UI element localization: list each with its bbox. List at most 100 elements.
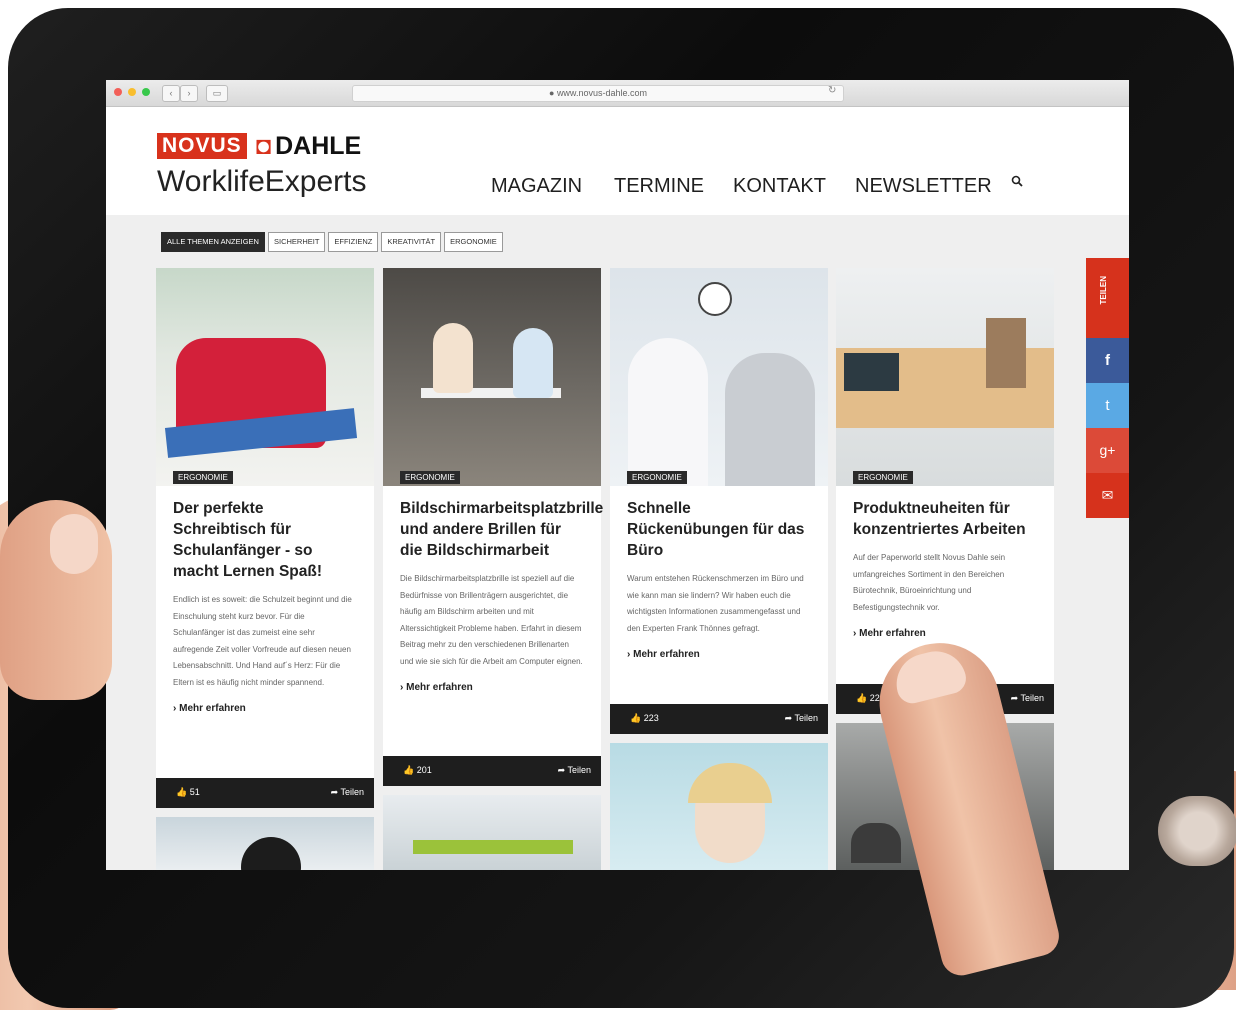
like-count: 201 xyxy=(416,765,432,775)
like-button[interactable]: 👍 201 xyxy=(403,765,432,776)
sidebar-toggle-button[interactable]: ▭ xyxy=(206,85,228,102)
mail-icon[interactable]: ✉ xyxy=(1086,473,1129,518)
left-thumb xyxy=(0,500,112,700)
filter-effizienz[interactable]: EFFIZIENZ xyxy=(328,232,379,252)
like-button[interactable]: 👍 51 xyxy=(176,787,200,798)
reload-icon[interactable]: ↻ xyxy=(828,85,836,96)
dahle-logo-text: DAHLE xyxy=(275,132,362,160)
nav-item-newsletter[interactable]: NEWSLETTER xyxy=(855,175,992,197)
close-window-button[interactable] xyxy=(114,88,122,96)
filter-all-topics[interactable]: ALLE THEMEN ANZEIGEN xyxy=(161,232,265,252)
article-title[interactable]: Produktneuheiten für konzentriertes Arbe… xyxy=(836,486,1054,540)
article-title[interactable]: Schnelle Rückenübungen für das Büro xyxy=(610,486,828,561)
dahle-mark-icon: ◘ xyxy=(256,132,272,160)
article-image-back-exercise[interactable]: ERGONOMIE xyxy=(610,268,828,486)
nav-item-magazin[interactable]: MAGAZIN xyxy=(491,175,582,197)
novus-logo[interactable]: NOVUS xyxy=(157,133,247,159)
thumbs-up-icon: 👍 xyxy=(630,713,644,723)
site-tagline: WorklifeExperts xyxy=(157,165,367,198)
share-arrow-icon: ➦ xyxy=(1010,693,1021,703)
person-hair-shape xyxy=(241,837,301,870)
nav-item-kontakt[interactable]: KONTAKT xyxy=(733,175,826,197)
article-image-office-meeting[interactable]: ERGONOMIE xyxy=(383,268,601,486)
person-shape xyxy=(513,328,553,398)
article-title[interactable]: Der perfekte Schreibtisch für Schulanfän… xyxy=(156,486,374,582)
dahle-logo[interactable]: ◘ DAHLE xyxy=(256,132,361,160)
lock-icon: ● xyxy=(549,88,557,98)
article-excerpt: Auf der Paperworld stellt Novus Dahle se… xyxy=(853,553,1006,612)
tablet-device-shape xyxy=(844,353,899,391)
thumbs-up-icon: 👍 xyxy=(403,765,417,775)
share-button[interactable]: ➦ Teilen xyxy=(558,765,591,776)
googleplus-icon[interactable]: g+ xyxy=(1086,428,1129,473)
article-card[interactable]: ERGONOMIE Schnelle Rückenübungen für das… xyxy=(610,268,828,734)
share-button[interactable]: ➦ Teilen xyxy=(1011,693,1044,704)
share-label: Teilen xyxy=(340,787,364,797)
article-card[interactable]: ERGONOMIE Bildschirmarbeitsplatzbrille u… xyxy=(383,268,603,786)
category-badge[interactable]: ERGONOMIE xyxy=(853,471,913,484)
forward-button[interactable]: › xyxy=(180,85,198,102)
share-label: Teilen xyxy=(567,765,591,775)
desk-shape xyxy=(413,840,573,854)
article-action-bar: 👍 223 ➦ Teilen xyxy=(610,704,828,734)
article-image-next[interactable] xyxy=(610,743,828,870)
thumbs-up-icon: 👍 xyxy=(176,787,190,797)
address-text: www.novus-dahle.com xyxy=(556,88,647,98)
read-more-link[interactable]: › Mehr erfahren xyxy=(610,637,828,660)
browser-toolbar: ‹ › ▭ ● www.novus-dahle.com ↻ xyxy=(106,80,1129,107)
share-arrow-icon: ➦ xyxy=(557,765,568,775)
read-more-label: Mehr erfahren xyxy=(179,703,246,714)
article-image-next[interactable] xyxy=(156,817,374,870)
person-shape xyxy=(851,823,901,863)
article-excerpt: Die Bildschirmarbeitsplatzbrille ist spe… xyxy=(400,574,583,666)
person-shape xyxy=(725,353,815,486)
file-holder-shape xyxy=(986,318,1026,388)
share-button[interactable]: ➦ Teilen xyxy=(785,713,818,724)
address-bar[interactable]: ● www.novus-dahle.com xyxy=(352,85,844,102)
share-sidebar-button[interactable]: TEILEN xyxy=(1086,258,1129,338)
read-more-link[interactable]: › Mehr erfahren xyxy=(156,691,374,714)
read-more-label: Mehr erfahren xyxy=(633,649,700,660)
facebook-icon[interactable]: f xyxy=(1086,338,1129,383)
share-sidebar-label: TEILEN xyxy=(1099,276,1108,305)
category-badge[interactable]: ERGONOMIE xyxy=(627,471,687,484)
zoom-window-button[interactable] xyxy=(142,88,150,96)
article-title[interactable]: Bildschirmarbeitsplatzbrille und andere … xyxy=(383,486,603,561)
category-badge[interactable]: ERGONOMIE xyxy=(173,471,233,484)
search-icon[interactable] xyxy=(1011,175,1023,187)
article-excerpt: Endlich ist es soweit: die Schulzeit beg… xyxy=(173,595,352,687)
share-label: Teilen xyxy=(1020,693,1044,703)
article-image-desk-products[interactable]: ERGONOMIE xyxy=(836,268,1054,486)
article-image-schoolbag[interactable]: ERGONOMIE xyxy=(156,268,374,486)
article-action-bar: 👍 51 ➦ Teilen xyxy=(156,778,374,808)
share-button[interactable]: ➦ Teilen xyxy=(331,787,364,798)
minimize-window-button[interactable] xyxy=(128,88,136,96)
filter-kreativitaet[interactable]: KREATIVITÄT xyxy=(381,232,442,252)
article-action-bar: 👍 201 ➦ Teilen xyxy=(383,756,601,786)
share-arrow-icon: ➦ xyxy=(330,787,341,797)
like-button[interactable]: 👍 223 xyxy=(630,713,659,724)
person-hair-shape xyxy=(688,763,772,803)
filter-sicherheit[interactable]: SICHERHEIT xyxy=(267,232,326,252)
like-count: 51 xyxy=(189,787,200,797)
back-button[interactable]: ‹ xyxy=(162,85,180,102)
read-more-link[interactable]: › Mehr erfahren xyxy=(836,616,1054,639)
category-badge[interactable]: ERGONOMIE xyxy=(400,471,460,484)
person-shape xyxy=(433,323,473,393)
thumbs-up-icon: 👍 xyxy=(856,693,870,703)
read-more-label: Mehr erfahren xyxy=(859,628,926,639)
read-more-label: Mehr erfahren xyxy=(406,682,473,693)
share-label: Teilen xyxy=(794,713,818,723)
read-more-link[interactable]: › Mehr erfahren xyxy=(383,670,601,693)
topic-filter-bar: ALLE THEMEN ANZEIGEN SICHERHEIT EFFIZIEN… xyxy=(161,232,503,252)
twitter-icon[interactable]: t xyxy=(1086,383,1129,428)
article-image-next[interactable] xyxy=(383,795,601,870)
nav-item-termine[interactable]: TERMINE xyxy=(614,175,704,197)
filter-ergonomie[interactable]: ERGONOMIE xyxy=(444,232,503,252)
like-count: 223 xyxy=(643,713,659,723)
article-excerpt: Warum entstehen Rückenschmerzen im Büro … xyxy=(627,574,804,633)
article-card[interactable]: ERGONOMIE Der perfekte Schreibtisch für … xyxy=(156,268,374,808)
site-header: NOVUS ◘ DAHLE WorklifeExperts xyxy=(106,107,1129,215)
ring-decoration xyxy=(1158,796,1236,866)
clock-shape xyxy=(698,282,732,316)
